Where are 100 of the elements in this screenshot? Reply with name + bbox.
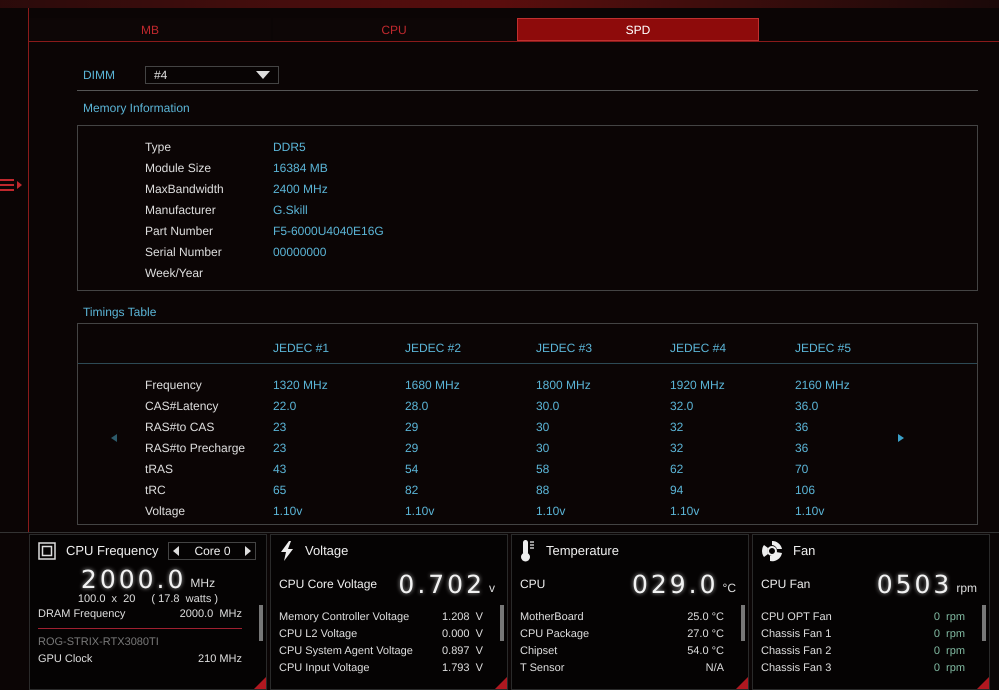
sensor-value: 1.208 V [442,610,483,625]
panel-title: CPU Frequency [66,542,158,560]
sensor-value: N/A [706,661,724,676]
field-value: G.Skill [273,202,308,219]
timing-value: 32.0 [670,398,694,415]
scrollbar-thumb [500,605,504,641]
timing-value: 94 [670,482,684,499]
timing-value: 1800 MHz [536,377,592,394]
sensor-value: 54.0 °C [687,644,724,659]
timing-value: 22.0 [273,398,298,415]
timing-value: 2160 MHz [795,377,851,394]
sensor-label: MotherBoard [520,610,584,625]
ratio-text: 100.0 x 20 [78,592,136,606]
sensor-label: CPU Package [520,627,590,642]
sensor-label: CPU L2 Voltage [279,627,358,642]
sensor-value: 210 MHz [198,652,242,667]
power-text: ( 17.8 watts ) [151,592,218,606]
sensor-label: DRAM Frequency [38,607,126,622]
sensor-value: 0.000 V [442,627,483,642]
selector-value: Core 0 [194,543,230,560]
timing-value: 29 [405,440,420,457]
sensor-value: 27.0 °C [687,627,724,642]
field-value: 00000000 [273,244,326,261]
field-label: MaxBandwidth [145,181,225,198]
sensor-label: T Sensor [520,661,564,676]
unit-label: MHz [190,575,216,592]
fan-icon [761,540,783,562]
timing-value: 32 [670,419,684,436]
main-sensor-label: CPU Fan [761,576,810,593]
sensor-label: Chassis Fan 1 [761,627,832,642]
sensor-label: Memory Controller Voltage [279,610,410,625]
timing-label: Frequency [145,377,203,394]
timing-value: 65 [273,482,288,499]
column-header: JEDEC #2 [405,340,462,357]
timing-value: 30 [536,440,550,457]
field-label: Type [145,139,172,156]
sensor-value: 25.0 °C [687,610,724,625]
panel-title: Voltage [305,542,348,560]
reading-display: 2000.0 [80,567,186,592]
unit-label: v [489,580,495,597]
timing-value: 62 [670,461,684,478]
field-label: Week/Year [145,265,204,282]
dropdown-value: #4 [154,67,168,84]
timing-value: 54 [405,461,420,478]
timing-value: 1680 MHz [405,377,461,394]
section-title: Memory Information [83,100,191,117]
unit-label: °C [722,580,736,597]
field-label: Part Number [145,223,214,240]
field-value: DDR5 [273,139,306,156]
reading-display: 0503 [876,572,952,597]
lightning-icon [279,541,295,561]
field-label: Manufacturer [145,202,217,219]
dimm-label: DIMM [83,67,116,84]
reading-display: 029.0 [632,572,719,597]
sensor-value: 0 rpm [934,627,965,642]
sensor-label: CPU OPT Fan [761,610,832,625]
field-label: Serial Number [145,244,223,261]
column-header: JEDEC #4 [670,340,728,357]
timing-value: 23 [273,419,288,436]
sensor-label: CPU System Agent Voltage [279,644,413,659]
dimm-dropdown[interactable]: #4 [145,66,279,84]
column-header: JEDEC #5 [795,340,852,357]
timing-value: 23 [273,440,288,457]
column-header: JEDEC #3 [536,340,594,357]
sensor-label: Chipset [520,644,558,659]
timing-label: RAS#to Precharge [145,440,246,457]
timing-value: 32 [670,440,684,457]
sensor-value: 2000.0 MHz [180,607,242,622]
timing-value: 1.10v [536,503,566,520]
sensor-value: 0.897 V [442,644,483,659]
timing-value: 1.10v [795,503,826,520]
right-arrow-icon[interactable] [898,434,904,442]
gpu-name: ROG-STRIX-RTX3080TI [38,635,160,650]
field-label: Module Size [145,160,212,177]
timing-value: 1.10v [670,503,700,520]
sensor-label: Chassis Fan 2 [761,644,832,659]
sensor-label: Chassis Fan 3 [761,661,832,676]
timing-value: 106 [795,482,816,499]
scrollbar-thumb [741,605,745,641]
sensor-value: 0 rpm [934,661,965,676]
timing-value: 36.0 [795,398,820,415]
timing-label: tRAS [145,461,174,478]
column-header: JEDEC #1 [273,340,330,357]
timing-label: Voltage [145,503,186,520]
scrollbar-thumb [982,605,986,641]
tab[interactable]: SPD [517,18,759,41]
timing-value: 1320 MHz [273,377,329,394]
timing-value: 1.10v [273,503,304,520]
sensor-value: 0 rpm [934,644,965,659]
section-title: Timings Table [83,304,158,321]
timing-value: 30.0 [536,398,560,415]
timing-value: 58 [536,461,550,478]
menu-icon[interactable] [0,178,24,192]
timing-value: 1.10v [405,503,436,520]
chip-icon [38,542,56,560]
sensor-value: 0 rpm [934,610,965,625]
timing-value: 1920 MHz [670,377,726,394]
timing-value: 43 [273,461,288,478]
timing-value: 88 [536,482,550,499]
corner-mark-icon [977,677,989,689]
